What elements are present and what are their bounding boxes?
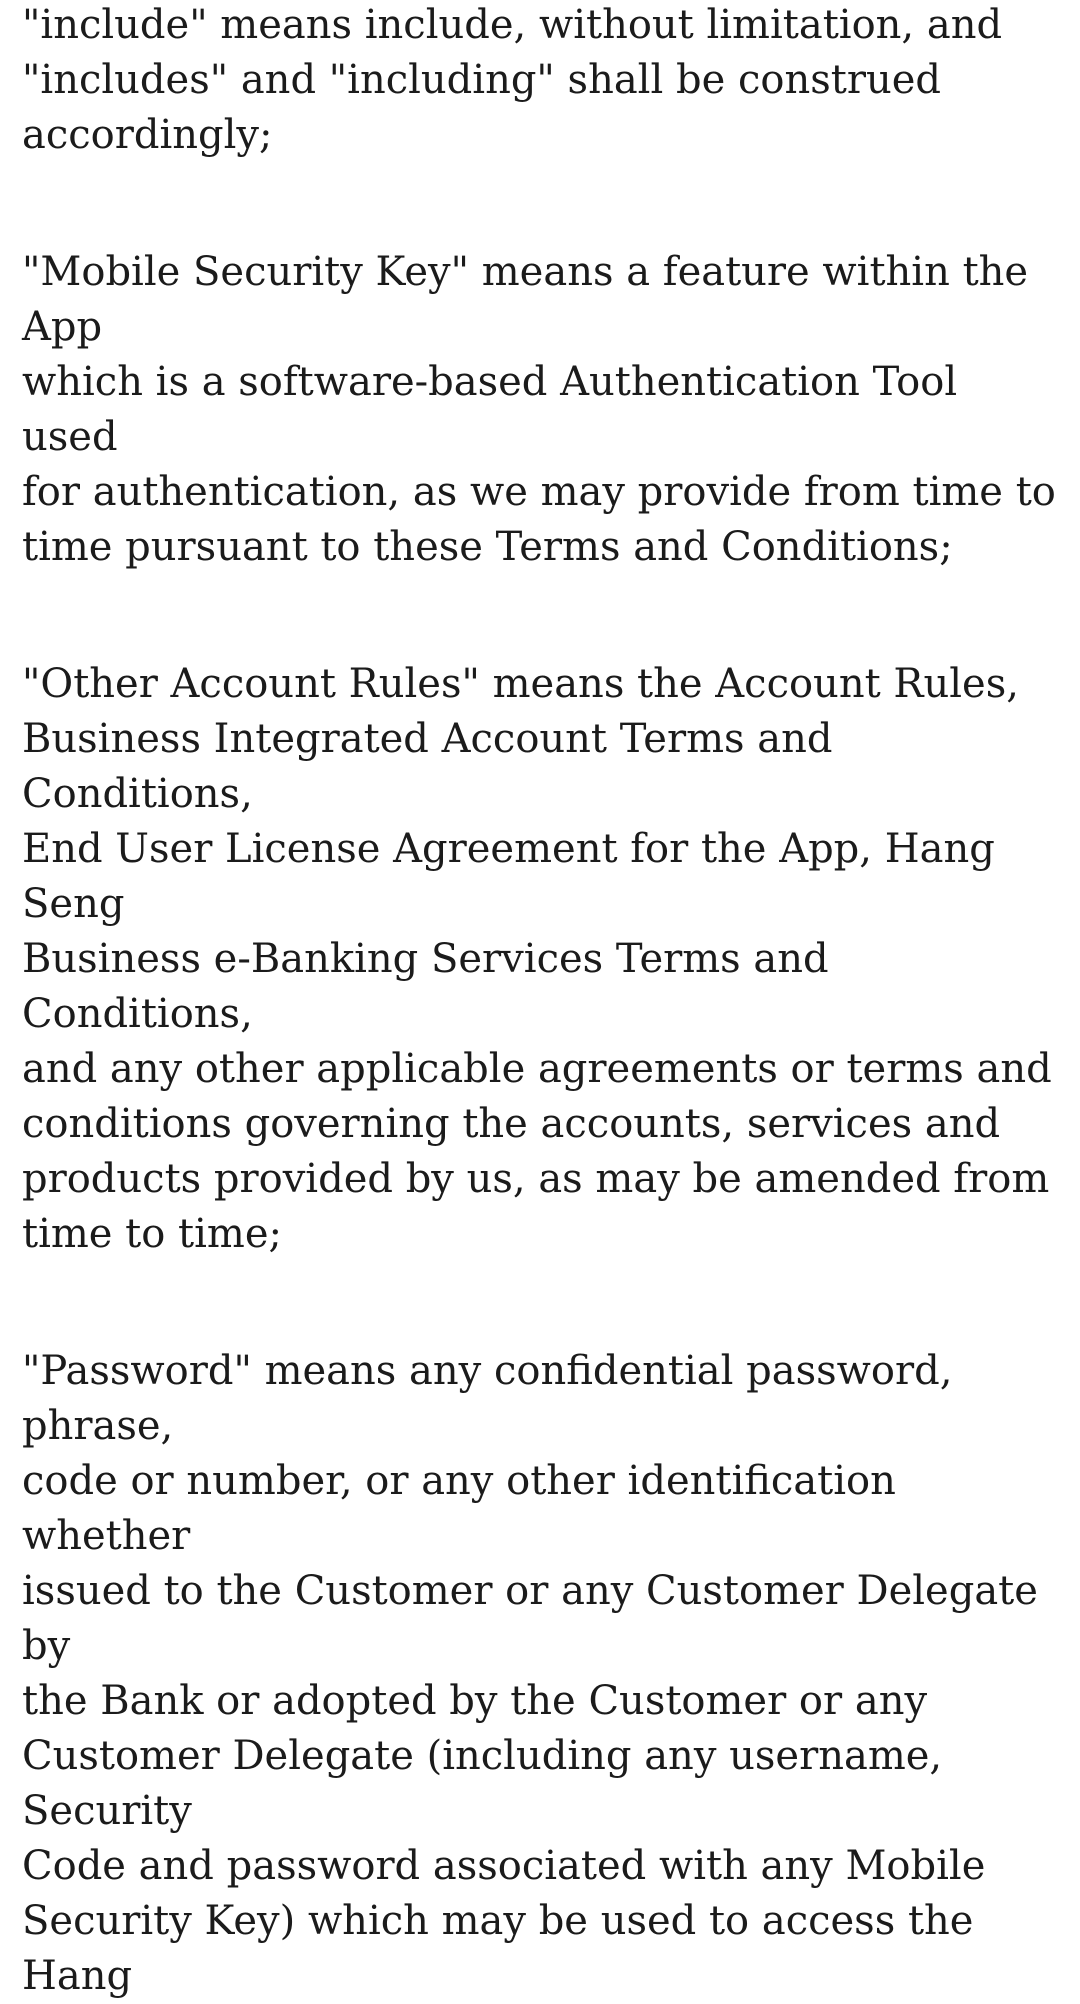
definition-include: "include" means include, without limitat… xyxy=(22,2,1003,158)
definition-other-account-rules: "Other Account Rules" means the Account … xyxy=(22,661,1052,1257)
definition-mobile-security-key: "Mobile Security Key" means a feature wi… xyxy=(22,249,1056,570)
terms-document: "include" means include, without limitat… xyxy=(22,0,1062,2004)
definition-password: "Password" means any confidential passwo… xyxy=(22,1348,1038,1999)
